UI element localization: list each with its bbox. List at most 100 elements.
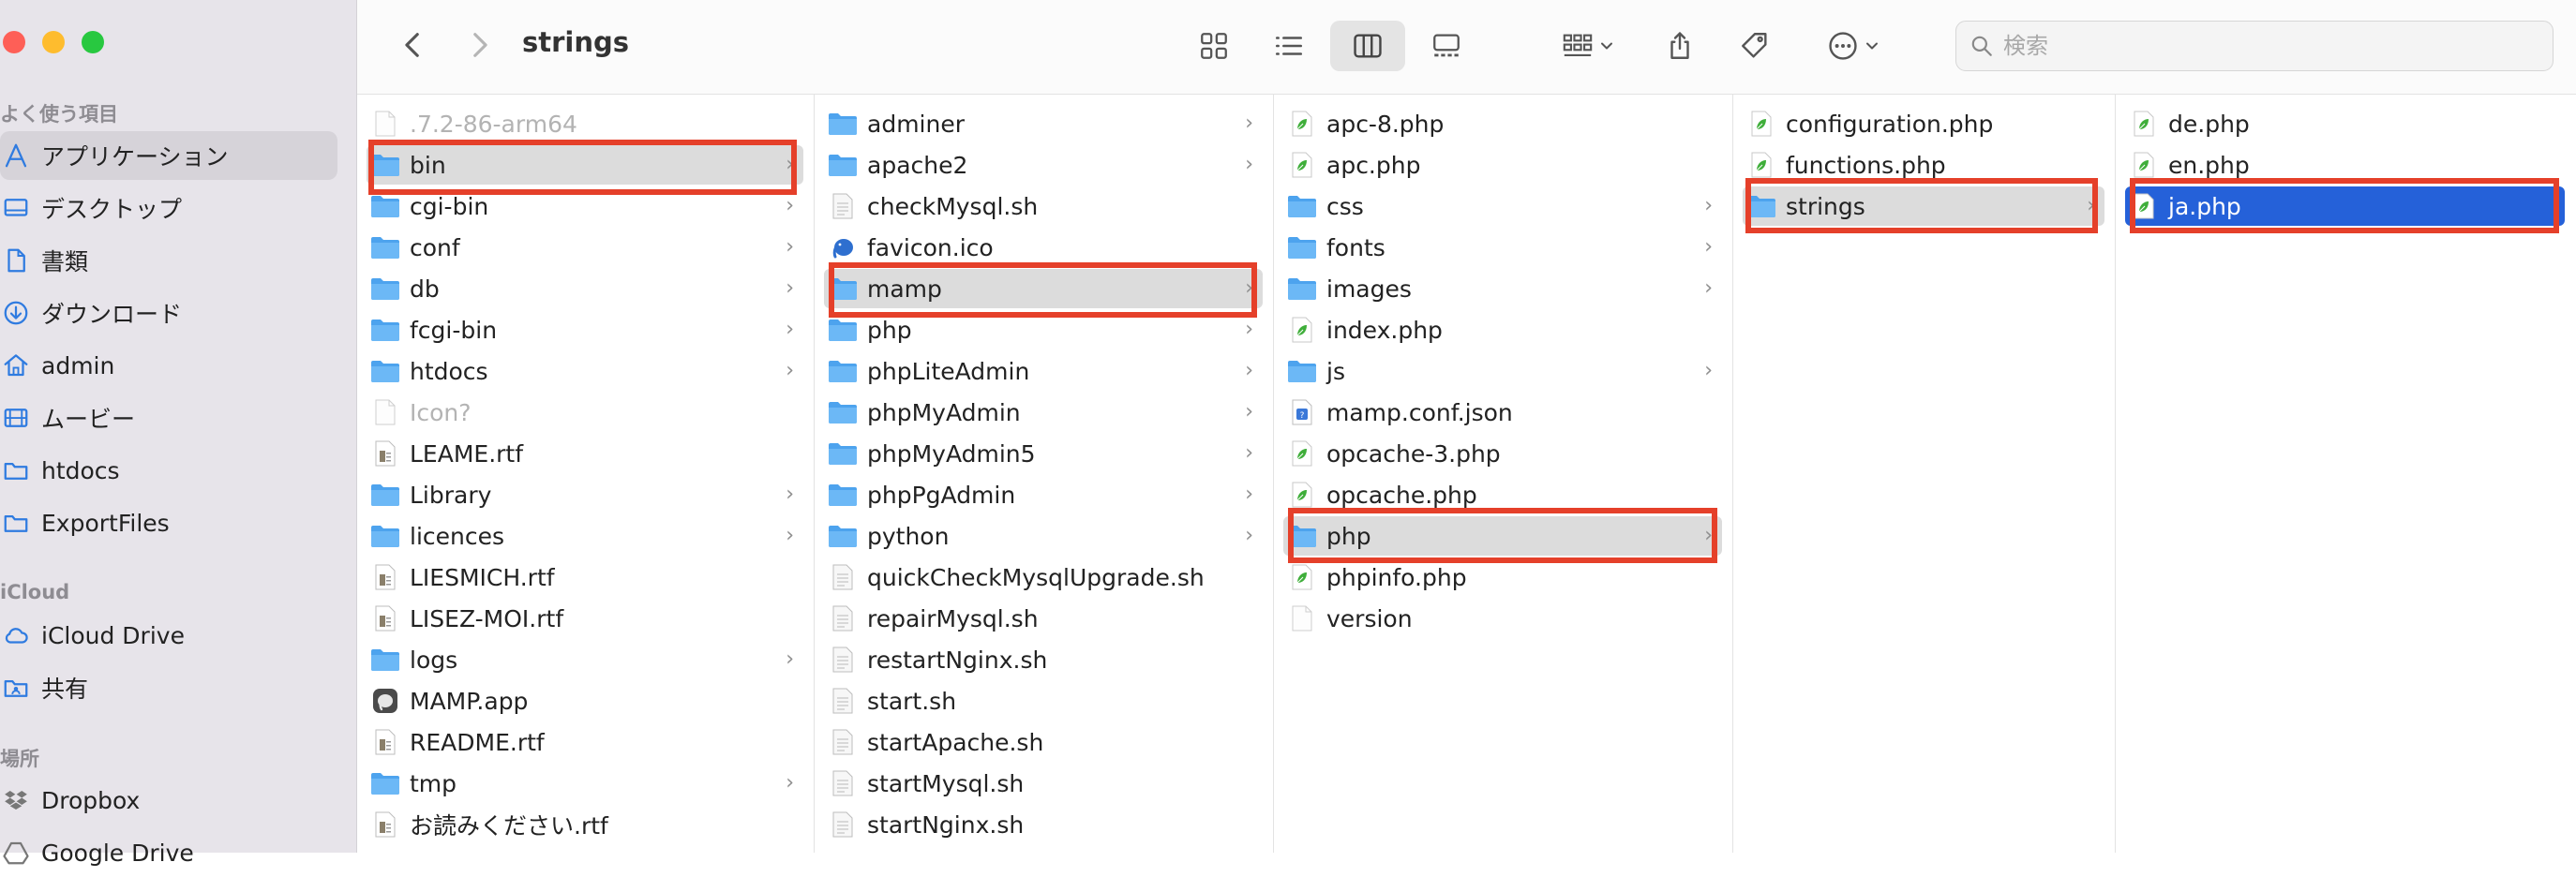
sidebar-item-exportfiles[interactable]: ExportFiles bbox=[0, 498, 337, 547]
file-row[interactable]: startMysql.sh bbox=[824, 764, 1263, 803]
folder-row[interactable]: db › bbox=[367, 269, 803, 308]
minimize-window-button[interactable] bbox=[42, 31, 65, 53]
group-by-button[interactable] bbox=[1551, 24, 1626, 67]
share-button[interactable] bbox=[1656, 22, 1703, 69]
file-row[interactable]: opcache-3.php bbox=[1283, 434, 1722, 473]
file-row[interactable]: restartNginx.sh bbox=[824, 640, 1263, 679]
file-row[interactable]: お読みください.rtf bbox=[367, 805, 803, 844]
file-row[interactable]: opcache.php bbox=[1283, 475, 1722, 514]
sidebar-item-htdocs[interactable]: htdocs bbox=[0, 446, 337, 495]
window-title: strings bbox=[522, 26, 630, 58]
folder-row[interactable]: Library › bbox=[367, 475, 803, 514]
folder-row[interactable]: htdocs › bbox=[367, 351, 803, 391]
folder-row[interactable]: licences › bbox=[367, 516, 803, 556]
item-name: licences bbox=[410, 522, 505, 550]
file-row[interactable]: repairMysql.sh bbox=[824, 599, 1263, 638]
file-row[interactable]: LIESMICH.rtf bbox=[367, 557, 803, 597]
file-row[interactable]: apc-8.php bbox=[1283, 104, 1722, 143]
column-view-button[interactable] bbox=[1330, 21, 1405, 71]
file-row[interactable]: README.rtf bbox=[367, 722, 803, 762]
folder-row[interactable]: css › bbox=[1283, 186, 1722, 226]
file-row[interactable]: MAMP.app bbox=[367, 681, 803, 721]
file-row[interactable]: start.sh bbox=[824, 681, 1263, 721]
sidebar-item-デスクトップ[interactable]: デスクトップ bbox=[0, 184, 337, 232]
folder-row[interactable]: logs › bbox=[367, 640, 803, 679]
folder-row[interactable]: images › bbox=[1283, 269, 1722, 308]
search-field[interactable] bbox=[1955, 21, 2554, 71]
file-row[interactable]: quickCheckMysqlUpgrade.sh bbox=[824, 557, 1263, 597]
folder-row[interactable]: phpMyAdmin › bbox=[824, 393, 1263, 432]
folder-row[interactable]: php › bbox=[824, 310, 1263, 349]
file-row[interactable]: ? mamp.conf.json bbox=[1283, 393, 1722, 432]
file-row[interactable]: LISEZ-MOI.rtf bbox=[367, 599, 803, 638]
search-input[interactable] bbox=[2001, 32, 2530, 60]
php-file-icon bbox=[1292, 564, 1312, 590]
sidebar-item-google-drive[interactable]: Google Drive bbox=[0, 828, 337, 877]
list-view-button[interactable] bbox=[1261, 24, 1317, 67]
sidebar-item-icloud-drive[interactable]: iCloud Drive bbox=[0, 611, 337, 660]
folder-row[interactable]: mamp › bbox=[824, 269, 1263, 308]
file-row[interactable]: Icon? bbox=[367, 393, 803, 432]
folder-row[interactable]: tmp › bbox=[367, 764, 803, 803]
folder-row[interactable]: cgi-bin › bbox=[367, 186, 803, 226]
sidebar-item-ムービー[interactable]: ムービー bbox=[0, 394, 337, 442]
file-row[interactable]: ja.php bbox=[2125, 186, 2565, 226]
folder-row[interactable]: phpMyAdmin5 › bbox=[824, 434, 1263, 473]
chevron-right-icon: › bbox=[786, 153, 794, 176]
file-row[interactable]: functions.php bbox=[1743, 145, 2104, 185]
file-row[interactable]: de.php bbox=[2125, 104, 2565, 143]
folder-row[interactable]: strings › bbox=[1743, 186, 2104, 226]
folder-row[interactable]: conf › bbox=[367, 228, 803, 267]
rtf-document-icon bbox=[375, 811, 396, 838]
gallery-view-button[interactable] bbox=[1418, 24, 1475, 67]
close-window-button[interactable] bbox=[3, 31, 25, 53]
tag-button[interactable] bbox=[1731, 22, 1778, 69]
file-row[interactable]: LEAME.rtf bbox=[367, 434, 803, 473]
chevron-right-icon: › bbox=[786, 318, 794, 341]
folder-row[interactable]: js › bbox=[1283, 351, 1722, 391]
file-row[interactable]: .7.2-86-arm64 bbox=[367, 104, 803, 143]
folder-row[interactable]: phpLiteAdmin › bbox=[824, 351, 1263, 391]
group-grid-icon bbox=[1563, 34, 1593, 56]
forward-button[interactable] bbox=[460, 26, 498, 64]
folder-row[interactable]: adminer › bbox=[824, 104, 1263, 143]
folder-row[interactable]: fcgi-bin › bbox=[367, 310, 803, 349]
folder-row[interactable]: phpPgAdmin › bbox=[824, 475, 1263, 514]
sidebar-item-アプリケーション[interactable]: アプリケーション bbox=[0, 131, 337, 180]
chevron-right-icon: › bbox=[1245, 441, 1253, 465]
file-row[interactable]: version bbox=[1283, 599, 1722, 638]
file-row[interactable]: startNginx.sh bbox=[824, 805, 1263, 844]
chevron-right-icon: › bbox=[1245, 153, 1253, 176]
file-row[interactable]: index.php bbox=[1283, 310, 1722, 349]
sidebar-item-dropbox[interactable]: Dropbox bbox=[0, 776, 337, 825]
folder-row[interactable]: fonts › bbox=[1283, 228, 1722, 267]
file-row[interactable]: apc.php bbox=[1283, 145, 1722, 185]
file-row[interactable]: favicon.ico bbox=[824, 228, 1263, 267]
file-row[interactable]: en.php bbox=[2125, 145, 2565, 185]
shell-script-icon bbox=[832, 564, 853, 590]
file-row[interactable]: configuration.php bbox=[1743, 104, 2104, 143]
item-name: restartNginx.sh bbox=[867, 646, 1048, 674]
folder-row[interactable]: php › bbox=[1283, 516, 1722, 556]
sidebar-item-共有[interactable]: 共有 bbox=[0, 663, 337, 712]
folder-row[interactable]: python › bbox=[824, 516, 1263, 556]
folder-row[interactable]: bin › bbox=[367, 145, 803, 185]
file-row[interactable]: checkMysql.sh bbox=[824, 186, 1263, 226]
more-actions-button[interactable] bbox=[1812, 24, 1896, 67]
icon-view-button[interactable] bbox=[1186, 24, 1242, 67]
sidebar-item-label: Dropbox bbox=[41, 786, 141, 814]
file-row[interactable]: startApache.sh bbox=[824, 722, 1263, 762]
item-name: phpinfo.php bbox=[1326, 563, 1467, 591]
google-drive-icon bbox=[2, 839, 41, 867]
file-row[interactable]: phpinfo.php bbox=[1283, 557, 1722, 597]
sidebar-item-ダウンロード[interactable]: ダウンロード bbox=[0, 289, 337, 337]
item-name: adminer bbox=[867, 110, 965, 138]
sidebar-item-書類[interactable]: 書類 bbox=[0, 236, 337, 285]
item-name: お読みください.rtf bbox=[410, 812, 608, 840]
back-button[interactable] bbox=[395, 26, 432, 64]
folder-row[interactable]: apache2 › bbox=[824, 145, 1263, 185]
zoom-window-button[interactable] bbox=[82, 31, 104, 53]
chevron-right-icon: › bbox=[1245, 111, 1253, 135]
item-name: functions.php bbox=[1786, 151, 1946, 179]
sidebar-item-admin[interactable]: admin bbox=[0, 341, 337, 390]
